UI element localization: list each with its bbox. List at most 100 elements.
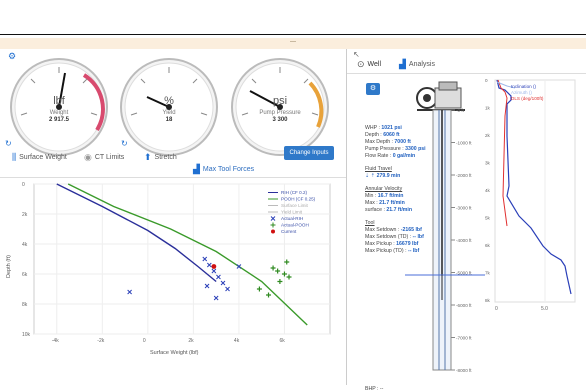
survey-y-tick: 5k [485, 216, 491, 221]
cursor-icon: ↖ [353, 50, 360, 59]
survey-y-tick: 4k [485, 188, 491, 193]
tab-surface-weight[interactable]: ⫼ Surface Weight [12, 152, 67, 163]
tab-analysis-label: Analysis [408, 61, 435, 68]
notice-banner [0, 38, 586, 49]
weight-gauge-dial [10, 58, 108, 156]
depth-tick-label: -5000 ft [456, 271, 472, 276]
max-depth-label: Max Depth : [365, 139, 393, 145]
max-label: Max : [365, 200, 378, 206]
fluid-arrows-icon: ⇣ ⇡ [365, 173, 376, 179]
min-label: Min : [365, 193, 377, 199]
y-tick-label: 2k [22, 212, 28, 218]
depth-tick-label: -7000 ft [456, 336, 472, 341]
flow-rate-label: Flow Rate : [365, 153, 392, 159]
survey-y-tick: 8k [485, 298, 491, 303]
survey-y-tick: 1k [485, 106, 491, 111]
surface-weight-chart: -4k -2k 0 2k 4k 6k 0 2k 4k 6k 8k 10k Surface Weight … [0, 177, 346, 356]
survey-x-tick-0: 0 [495, 306, 498, 312]
eye-icon: ◉ [84, 152, 92, 162]
chart-icon: ▟ [193, 164, 200, 174]
survey-x-tick-1: 5.0 [541, 306, 548, 312]
bars-icon: ⫼ [12, 152, 17, 162]
y-tick-label: 0 [22, 182, 25, 188]
survey-legend: Inclination () Azimuth () DLS (deg/100ft… [511, 84, 543, 102]
weight-gauge-label: Weight [49, 110, 69, 116]
depth-tick-label: -0 ft [456, 108, 465, 113]
survey-y-tick: 6k [485, 243, 491, 248]
pump-gauge-dial [231, 58, 329, 156]
pump-gauge-unit: psi [272, 95, 288, 107]
depth-tick-label: -1000 ft [456, 141, 472, 146]
yield-gauge-unit: % [164, 95, 174, 107]
survey-chart: 0 1k 2k 3k 4k 5k 6k 7k 8k 0 5.0 [485, 78, 576, 312]
pump-gauge-label: Pump Pressure [259, 110, 301, 116]
well-schematic: -0 ft -1000 ft -2000 ft -3000 ft -4000 ft -50… [405, 81, 485, 373]
surface-weight-chart-svg: -4k -2k 0 2k 4k 6k 0 2k 4k 6k 8k 10k Surface Weight … [6, 182, 331, 356]
legend-entry: Current [281, 229, 297, 234]
depth-tick-label: -3000 ft [456, 206, 472, 211]
well-settings-button[interactable]: ⚙ [366, 83, 380, 95]
legend-entry: Actual-POOH [281, 223, 309, 228]
x-tick-label: 0 [143, 338, 146, 344]
max-tool-forces-tab[interactable]: ▟ Max Tool Forces [193, 164, 254, 175]
survey-y-tick: 0 [485, 78, 488, 83]
tab-ct-limits[interactable]: ◉ CT Limits [84, 152, 124, 163]
tab-well[interactable]: ⊙ Well [357, 59, 381, 70]
tab-analysis[interactable]: ▟ Analysis [399, 59, 435, 70]
survey-y-tick: 7k [485, 271, 491, 276]
x-tick-label: 4k [234, 338, 240, 344]
depth-tick-label: -6000 ft [456, 303, 472, 308]
legend-entry: RIH (CF 0.2) [281, 190, 308, 195]
depth-label: Depth : [365, 132, 382, 138]
whp-label: WHP : [365, 125, 380, 131]
y-tick-label: 8k [22, 302, 28, 308]
tab-stretch-label: Stretch [154, 154, 177, 161]
chart-icon: ▟ [399, 59, 406, 69]
legend-entry: POOH (CF 0.25) [281, 197, 316, 202]
legend-swatch [271, 229, 275, 234]
right-tabs: ↖ ⊙ Well ▟ Analysis [347, 49, 586, 74]
change-inputs-button[interactable]: Change Inputs [284, 146, 334, 160]
depth-tick-label: -2000 ft [456, 173, 472, 178]
weight-gauge: lbf Weight 2 917.5 ↻ [5, 55, 111, 159]
tab-surface-weight-label: Surface Weight [19, 154, 67, 161]
wellhead-icon [416, 81, 465, 111]
y-axis-label: Depth (ft) [6, 255, 12, 278]
top-bar [0, 0, 586, 35]
inclination-line [496, 79, 572, 295]
yield-gauge-label: Yield [162, 110, 176, 116]
yield-gauge: % Yield 18 ↻ [117, 55, 221, 159]
y-tick-label: 10k [22, 332, 31, 338]
yield-gauge-dial [120, 58, 218, 156]
depth-tick-label: -4000 ft [456, 238, 472, 243]
survey-y-tick: 2k [485, 133, 491, 138]
pump-gauge-value: 3 300 [272, 117, 288, 123]
legend-dls: DLS (deg/100ft) [511, 96, 544, 101]
depth-tick-label: -8000 ft [456, 368, 472, 373]
well-icon: ⊙ [357, 59, 365, 69]
x-tick-label: -4k [52, 338, 59, 344]
x-axis-label: Surface Weight (lbf) [150, 350, 199, 356]
y-tick-label: 6k [22, 272, 28, 278]
x-tick-label: 2k [188, 338, 194, 344]
bhp-readout: BHP : -- [365, 386, 384, 392]
pump-gauge: psi Pump Pressure 3 300 [228, 55, 332, 159]
left-panel: ⚙ lbf Weight 2 917.5 ↻ % Yield 18 ↻ psi … [0, 49, 346, 385]
weight-gauge-value: 2 917.5 [48, 117, 70, 123]
y-tick-label: 4k [22, 242, 28, 248]
surface-label: surface : [365, 207, 385, 213]
tab-well-label: Well [367, 61, 382, 68]
legend-entry: Yield Limit [281, 210, 303, 215]
yield-gauge-value: 18 [165, 117, 173, 123]
weight-gauge-unit: lbf [53, 95, 65, 107]
dls-line [497, 79, 508, 227]
x-tick-label: -2k [97, 338, 104, 344]
tab-stretch[interactable]: ⬆ Stretch [144, 152, 177, 163]
x-tick-label: 6k [279, 338, 285, 344]
current-point [211, 264, 217, 269]
yield-reset-icon[interactable]: ↻ [121, 139, 128, 148]
survey-y-tick: 3k [485, 161, 491, 166]
legend-entry: Surface Limit [281, 203, 309, 208]
weight-reset-icon[interactable]: ↻ [5, 139, 12, 148]
max-tool-forces-label: Max Tool Forces [202, 166, 255, 173]
